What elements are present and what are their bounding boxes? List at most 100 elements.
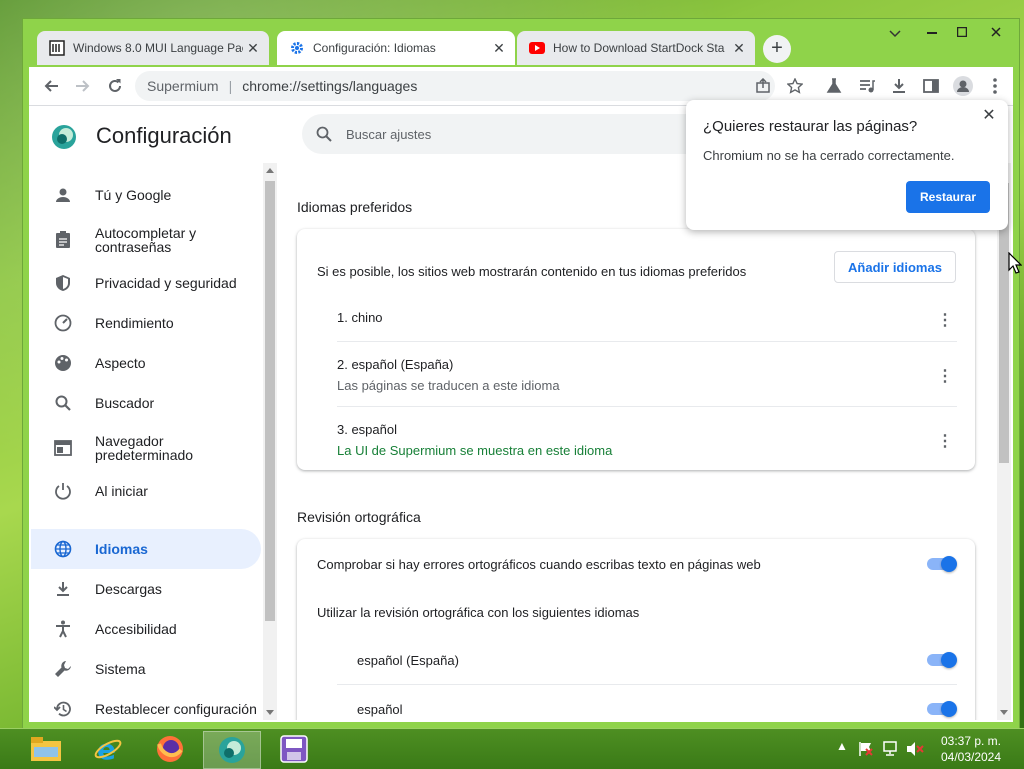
sidebar-item-label: Idiomas [95, 541, 148, 557]
media-queue-icon[interactable] [855, 74, 879, 98]
supermium-icon[interactable] [203, 731, 261, 769]
restore-pages-dialog: ¿Quieres restaurar las páginas? Chromium… [686, 100, 1008, 230]
restore-button[interactable]: Restaurar [906, 181, 990, 213]
tab-strip: Windows 8.0 MUI Language Pac ✕ Configura… [29, 29, 1013, 67]
sidebar-item-al-iniciar[interactable]: Al iniciar [31, 471, 261, 511]
accessibility-icon [53, 619, 73, 639]
language-row: 2. español (España) Las páginas se tradu… [337, 357, 957, 393]
sidebar-item-rendimiento[interactable]: Rendimiento [31, 303, 261, 343]
close-tab-icon[interactable]: ✕ [729, 40, 749, 57]
preferred-languages-title: Idiomas preferidos [297, 199, 413, 215]
internet-explorer-icon[interactable]: e [80, 731, 136, 767]
file-explorer-icon[interactable] [18, 731, 74, 767]
sidebar-item-accesibilidad[interactable]: Accesibilidad [31, 609, 261, 649]
menu-kebab-icon[interactable] [983, 74, 1007, 98]
language-more-icon[interactable]: ⋮ [935, 310, 955, 330]
settings-title: Configuración [96, 123, 232, 148]
volume-muted-icon[interactable] [906, 741, 924, 760]
tab-title: How to Download StartDock Sta [553, 41, 725, 55]
language-name: 1. chino [337, 310, 383, 325]
close-dialog-icon[interactable]: ✕ [978, 104, 1000, 126]
profile-avatar-icon[interactable] [951, 74, 975, 98]
network-icon[interactable] [882, 741, 900, 760]
address-bar[interactable]: Supermium | chrome://settings/languages [135, 71, 775, 101]
language-row: 3. español La UI de Supermium se muestra… [337, 422, 957, 458]
divider [337, 406, 957, 407]
settings-sidebar: Tú y Google Autocompletar y contraseñas … [29, 163, 277, 720]
tab-configuracion[interactable]: Configuración: Idiomas ✕ [277, 31, 515, 65]
sidebar-item-label: Accesibilidad [95, 621, 177, 637]
sidebar-item-label: Buscador [95, 395, 155, 411]
spellcheck-label: Comprobar si hay errores ortográficos cu… [317, 557, 761, 572]
action-center-flag-icon[interactable] [858, 741, 874, 760]
tab-windows-mui[interactable]: Windows 8.0 MUI Language Pac ✕ [37, 31, 269, 65]
sidebar-item-privacidad[interactable]: Privacidad y seguridad [31, 263, 261, 303]
sidebar-item-descargas[interactable]: Descargas [31, 569, 261, 609]
clock[interactable]: 03:37 p. m. 04/03/2024 [932, 733, 1010, 765]
sidebar-item-label: Rendimiento [95, 315, 174, 331]
firefox-icon[interactable] [142, 731, 198, 767]
power-icon [53, 481, 73, 501]
clock-date: 04/03/2024 [940, 750, 1002, 764]
restore-icon [53, 699, 73, 719]
sidebar-item-buscador[interactable]: Buscador [31, 383, 261, 423]
search-icon [316, 126, 332, 142]
sidebar-scrollbar[interactable] [263, 163, 277, 720]
download-icon[interactable] [887, 74, 911, 98]
sidebar-item-tu-y-google[interactable]: Tú y Google [31, 175, 261, 215]
shield-icon [53, 273, 73, 293]
sidebar-item-navegador[interactable]: Navegador predeterminado [31, 426, 261, 470]
dialog-message: Chromium no se ha cerrado correctamente. [703, 148, 955, 163]
sidebar-item-label: Tú y Google [95, 187, 172, 203]
globe-icon [53, 539, 73, 559]
main-scrollbar[interactable] [997, 163, 1011, 720]
tab-title: Configuración: Idiomas [313, 41, 436, 55]
clipboard-icon [53, 230, 73, 250]
tray-overflow-icon[interactable]: ▲ [836, 739, 848, 753]
sidebar-scroll-thumb[interactable] [265, 181, 275, 621]
labs-flask-icon[interactable] [822, 74, 846, 98]
download-icon [53, 579, 73, 599]
forward-arrow-icon[interactable] [71, 74, 95, 98]
browser-icon [53, 438, 73, 458]
spellcheck-languages-label: Utilizar la revisión ortográfica con los… [317, 605, 640, 620]
sidebar-item-label: Privacidad y seguridad [95, 275, 237, 291]
language-name: 3. español [337, 422, 397, 437]
spellcheck-language-toggle[interactable] [927, 701, 957, 717]
palette-icon [53, 353, 73, 373]
tab-youtube[interactable]: How to Download StartDock Sta ✕ [517, 31, 755, 65]
preferred-languages-description: Si es posible, los sitios web mostrarán … [317, 264, 747, 279]
spellcheck-toggle[interactable] [927, 556, 957, 572]
floppy-icon[interactable] [266, 731, 322, 767]
sidebar-item-restablecer[interactable]: Restablecer configuración [31, 689, 261, 720]
language-more-icon[interactable]: ⋮ [935, 366, 955, 386]
language-note: Las páginas se traducen a este idioma [337, 378, 560, 393]
close-tab-icon[interactable]: ✕ [243, 40, 263, 57]
sidebar-item-autocompletar[interactable]: Autocompletar y contraseñas [31, 218, 261, 262]
settings-main: Idiomas preferidos Si es posible, los si… [277, 163, 997, 720]
sidebar-item-label: Autocompletar y contraseñas [95, 225, 197, 255]
sidebar-item-label: Restablecer configuración [95, 701, 257, 717]
side-panel-icon[interactable] [919, 74, 943, 98]
share-icon[interactable] [751, 74, 775, 98]
url-text: chrome://settings/languages [242, 78, 418, 94]
add-languages-button[interactable]: Añadir idiomas [834, 251, 956, 283]
reload-icon[interactable] [103, 74, 127, 98]
sidebar-item-label: Sistema [95, 661, 146, 677]
search-icon [53, 393, 73, 413]
spellcheck-language-toggle[interactable] [927, 652, 957, 668]
new-tab-button[interactable]: + [763, 35, 791, 63]
close-tab-icon[interactable]: ✕ [489, 40, 509, 57]
spellcheck-card: Comprobar si hay errores ortográficos cu… [297, 539, 975, 720]
divider [337, 341, 957, 342]
speedometer-icon [53, 313, 73, 333]
language-more-icon[interactable]: ⋮ [935, 431, 955, 451]
back-arrow-icon[interactable] [39, 74, 63, 98]
bookmark-star-icon[interactable] [783, 74, 807, 98]
divider [337, 684, 957, 685]
sidebar-item-idiomas[interactable]: Idiomas [31, 529, 261, 569]
sidebar-item-sistema[interactable]: Sistema [31, 649, 261, 689]
sidebar-item-label: Aspecto [95, 355, 146, 371]
spellcheck-language-name: español (España) [357, 653, 459, 668]
sidebar-item-aspecto[interactable]: Aspecto [31, 343, 261, 383]
